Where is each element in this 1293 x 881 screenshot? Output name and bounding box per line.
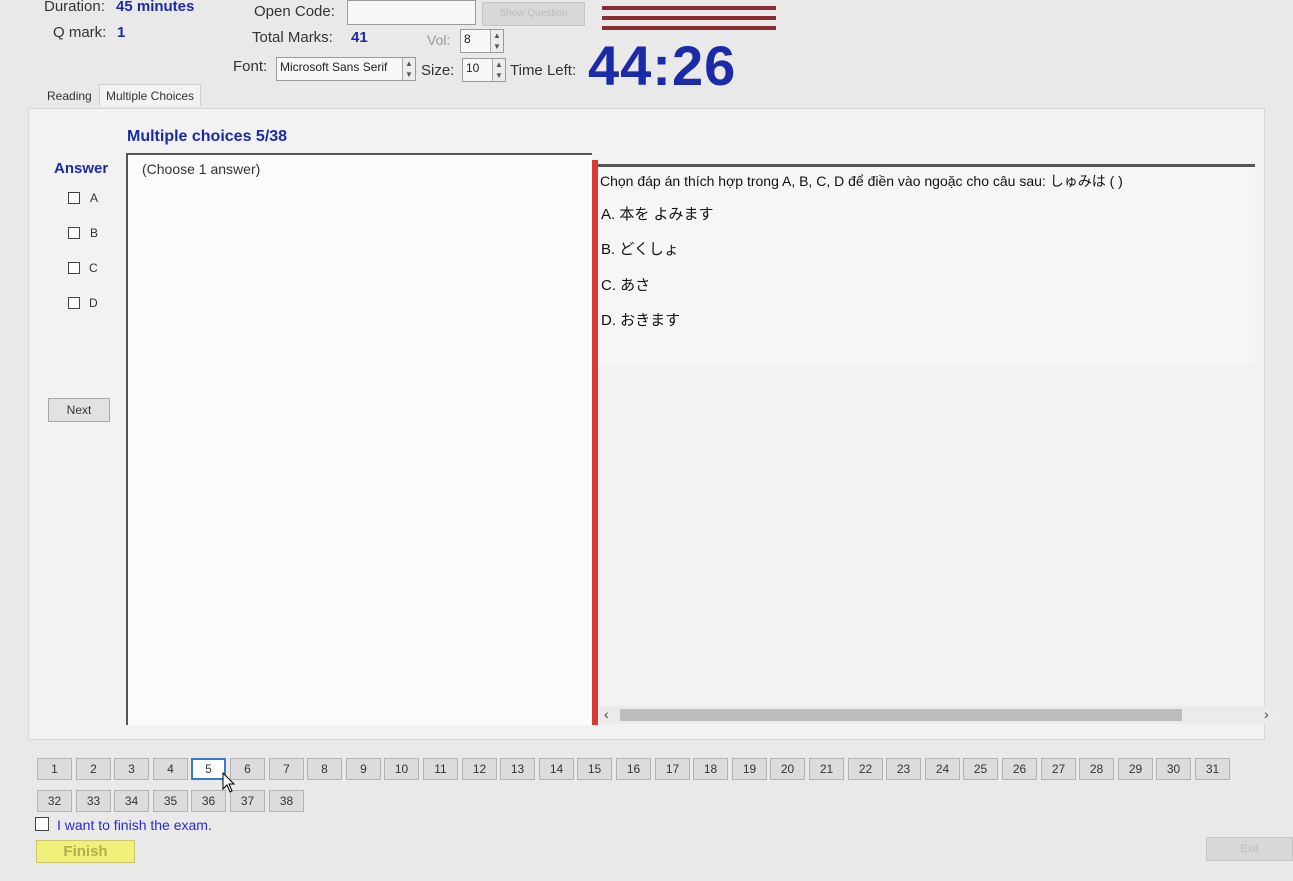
size-spinner[interactable]: ▲ ▼ — [492, 59, 505, 81]
question-nav-button[interactable]: 2 — [76, 758, 111, 780]
arrow-cursor-icon — [222, 772, 236, 793]
question-counter: Multiple choices 5/38 — [127, 128, 288, 145]
question-nav-button[interactable]: 8 — [307, 758, 342, 780]
exit-button[interactable]: Exit — [1206, 837, 1293, 861]
question-nav-button[interactable]: 21 — [809, 758, 844, 780]
answer-label-a: A — [90, 191, 99, 205]
chevron-left-icon[interactable]: ‹ — [604, 706, 609, 722]
spin-up-icon[interactable]: ▲ — [493, 31, 501, 40]
total-marks-label: Total Marks: — [252, 29, 333, 46]
question-nav-button[interactable]: 35 — [153, 790, 188, 812]
choice-b: B. どくしょ — [601, 241, 679, 258]
volume-spinner[interactable]: ▲ ▼ — [490, 30, 503, 52]
question-nav-button[interactable]: 34 — [114, 790, 149, 812]
question-nav-button[interactable]: 18 — [693, 758, 728, 780]
answer-label-c: C — [89, 261, 98, 275]
question-prompt: Chọn đáp án thích hợp trong A, B, C, D đ… — [600, 173, 1123, 189]
answer-textbox[interactable]: (Choose 1 answer) — [126, 153, 592, 725]
question-nav-button[interactable]: 17 — [655, 758, 690, 780]
flag-stripe-2 — [602, 16, 776, 20]
finish-button[interactable]: Finish — [36, 840, 135, 863]
finish-exam-checkbox[interactable] — [35, 817, 49, 831]
chevron-right-icon[interactable]: › — [1264, 706, 1269, 722]
question-nav-button[interactable]: 36 — [191, 790, 226, 812]
flag-stripe-3 — [602, 26, 776, 30]
duration-label: Duration: — [44, 0, 105, 15]
time-left-label: Time Left: — [510, 62, 577, 79]
question-nav-button[interactable]: 5 — [191, 758, 226, 780]
answer-title: Answer — [54, 160, 109, 177]
show-question-button[interactable]: Show Question — [482, 2, 585, 26]
question-nav-button[interactable]: 22 — [848, 758, 883, 780]
question-nav-button[interactable]: 7 — [269, 758, 304, 780]
question-content: Chọn đáp án thích hợp trong A, B, C, D đ… — [598, 164, 1255, 364]
font-label: Font: — [233, 58, 268, 75]
answer-checkbox-a[interactable] — [68, 192, 80, 204]
question-nav-button[interactable]: 11 — [423, 758, 458, 780]
next-button[interactable]: Next — [48, 398, 110, 422]
question-nav-button[interactable]: 20 — [770, 758, 805, 780]
horizontal-scrollbar[interactable]: ‹ › — [600, 706, 1278, 724]
volume-value: 8 — [464, 32, 471, 46]
answer-label-b: B — [90, 226, 99, 240]
question-nav-button[interactable]: 3 — [114, 758, 149, 780]
total-marks-value: 41 — [351, 29, 368, 46]
spin-down-icon[interactable]: ▼ — [495, 71, 503, 80]
question-nav-button[interactable]: 9 — [346, 758, 381, 780]
question-nav-button[interactable]: 31 — [1195, 758, 1230, 780]
question-nav-button[interactable]: 25 — [963, 758, 998, 780]
answer-checkbox-c[interactable] — [68, 262, 80, 274]
question-nav-button[interactable]: 4 — [153, 758, 188, 780]
scrollbar-thumb[interactable] — [620, 709, 1182, 721]
qmark-value: 1 — [117, 24, 126, 41]
question-nav-button[interactable]: 28 — [1079, 758, 1114, 780]
size-stepper[interactable]: 10 ▲ ▼ — [462, 58, 506, 82]
question-nav-button[interactable]: 13 — [500, 758, 535, 780]
volume-stepper[interactable]: 8 ▲ ▼ — [460, 29, 504, 53]
question-nav-button[interactable]: 33 — [76, 790, 111, 812]
font-spinner[interactable]: ▲ ▼ — [402, 58, 415, 80]
choice-d: D. おきます — [601, 312, 681, 329]
question-nav-button[interactable]: 26 — [1002, 758, 1037, 780]
vol-label: Vol: — [427, 32, 451, 48]
spin-down-icon[interactable]: ▼ — [493, 42, 501, 51]
spin-up-icon[interactable]: ▲ — [495, 60, 503, 69]
choice-c: C. あさ — [601, 277, 651, 294]
tab-reading[interactable]: Reading — [47, 89, 92, 103]
font-select[interactable]: Microsoft Sans Serif ▲ ▼ — [276, 57, 416, 81]
open-code-input[interactable] — [347, 0, 476, 25]
question-nav-button[interactable]: 32 — [37, 790, 72, 812]
question-nav-button[interactable]: 24 — [925, 758, 960, 780]
question-nav-button[interactable]: 1 — [37, 758, 72, 780]
font-select-value: Microsoft Sans Serif — [280, 60, 388, 74]
countdown-timer: 44:26 — [588, 34, 737, 97]
open-code-label: Open Code: — [254, 3, 335, 20]
qmark-label: Q mark: — [53, 24, 107, 41]
spin-up-icon[interactable]: ▲ — [405, 59, 413, 68]
question-nav-button[interactable]: 29 — [1118, 758, 1153, 780]
size-label: Size: — [421, 62, 455, 79]
question-nav-button[interactable]: 10 — [384, 758, 419, 780]
question-nav-button[interactable]: 12 — [462, 758, 497, 780]
choose-instruction: (Choose 1 answer) — [142, 161, 261, 177]
question-nav-button[interactable]: 23 — [886, 758, 921, 780]
choice-a: A. 本を よみます — [601, 206, 714, 223]
tab-multiple-choices[interactable]: Multiple Choices — [99, 84, 202, 106]
finish-exam-label: I want to finish the exam. — [57, 817, 212, 833]
question-nav-button[interactable]: 27 — [1041, 758, 1076, 780]
spin-down-icon[interactable]: ▼ — [405, 70, 413, 79]
answer-label-d: D — [89, 296, 98, 310]
answer-checkbox-d[interactable] — [68, 297, 80, 309]
question-nav-button[interactable]: 16 — [616, 758, 651, 780]
question-nav-button[interactable]: 30 — [1156, 758, 1191, 780]
flag-stripe-1 — [602, 6, 776, 10]
question-nav-button[interactable]: 14 — [539, 758, 574, 780]
question-nav-button[interactable]: 15 — [577, 758, 612, 780]
size-value: 10 — [466, 61, 480, 75]
duration-value: 45 minutes — [116, 0, 195, 15]
answer-checkbox-b[interactable] — [68, 227, 80, 239]
question-nav-button[interactable]: 19 — [732, 758, 767, 780]
question-nav-button[interactable]: 38 — [269, 790, 304, 812]
